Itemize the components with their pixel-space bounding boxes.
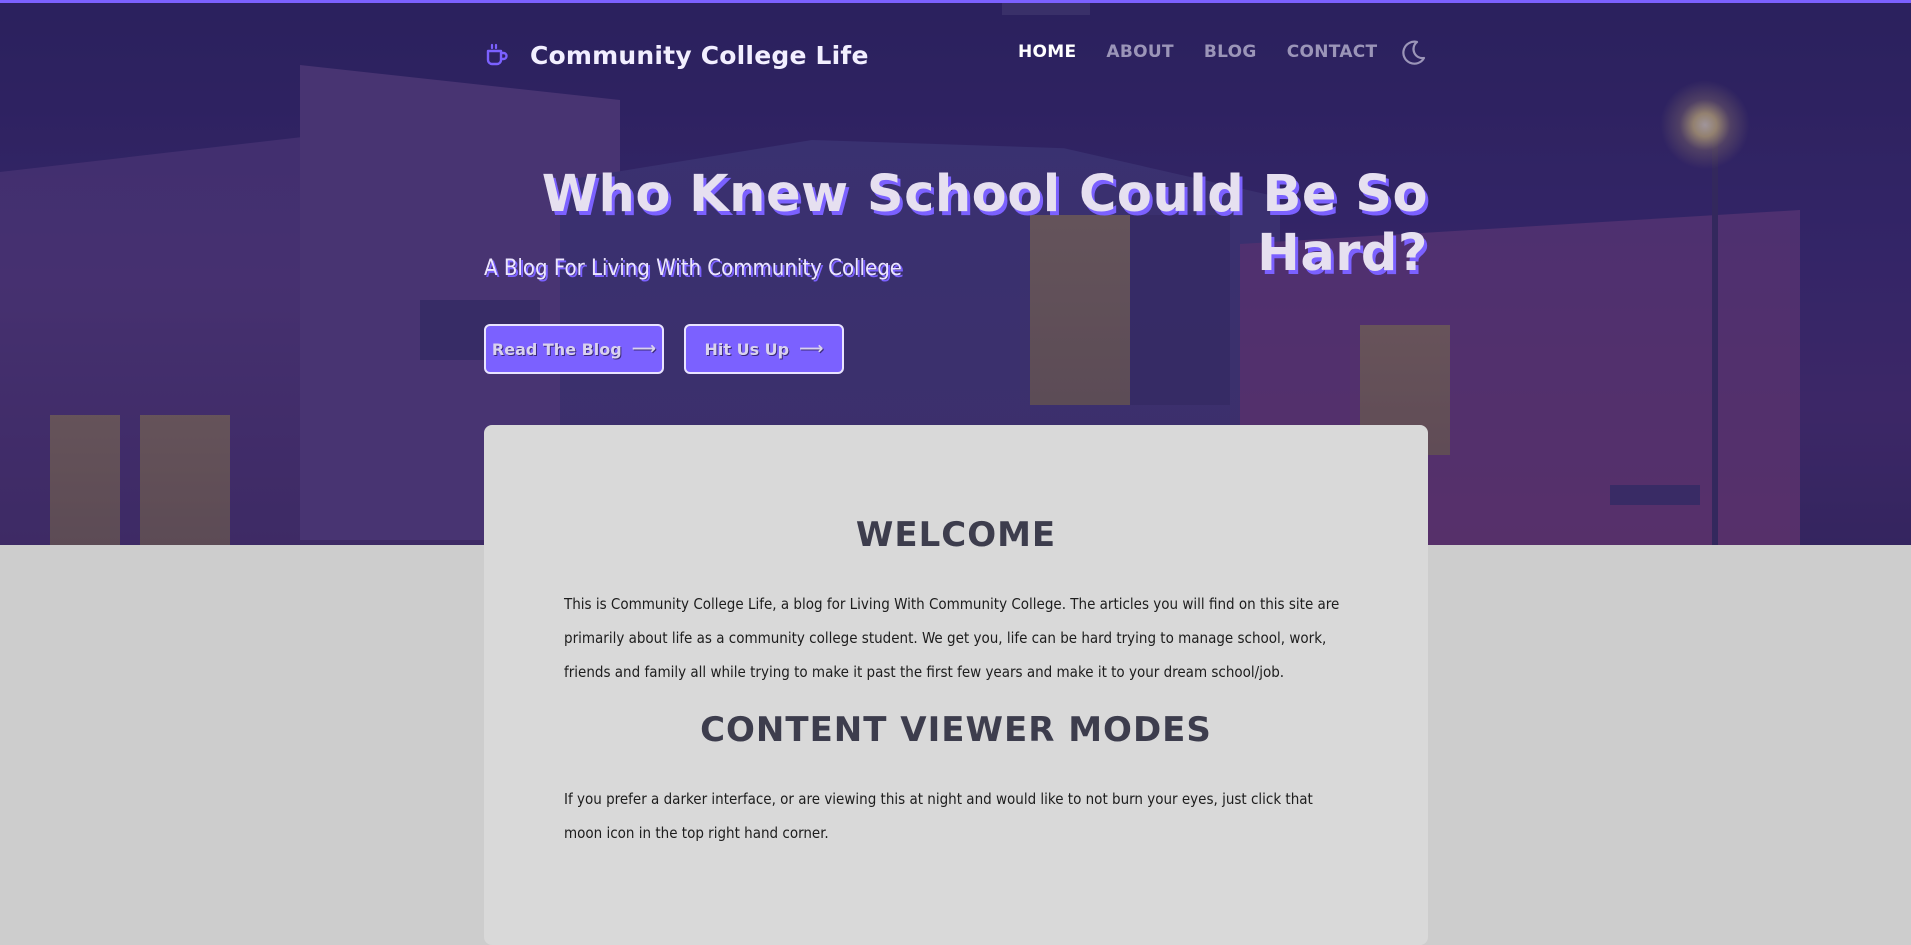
- top-accent-bar: [0, 0, 1911, 3]
- nav-blog-link[interactable]: BLOG: [1204, 42, 1257, 62]
- coffee-mug-icon: [486, 43, 508, 66]
- hero-subheadline: A Blog For Living With Community College: [484, 256, 902, 281]
- nav-links: HOME ABOUT BLOG CONTACT: [1018, 42, 1407, 62]
- nav-home-link[interactable]: HOME: [1018, 42, 1076, 62]
- brand-title: Community College Life: [530, 40, 869, 70]
- nav-contact-link[interactable]: CONTACT: [1287, 42, 1378, 62]
- welcome-heading: WELCOME: [855, 515, 1057, 555]
- brand-link[interactable]: Community College Life: [484, 38, 869, 72]
- arrow-right-icon: ⟶: [631, 339, 657, 359]
- arrow-right-icon: ⟶: [799, 339, 824, 359]
- active-nav-indicator: [1002, 3, 1090, 15]
- content-card: WELCOME This is Community College Life, …: [484, 425, 1428, 945]
- moon-icon[interactable]: [1398, 38, 1428, 68]
- welcome-paragraph: This is Community College Life, a blog f…: [564, 595, 1340, 681]
- read-the-blog-button[interactable]: Read The Blog ⟶: [484, 324, 664, 374]
- nav-about-link[interactable]: ABOUT: [1106, 42, 1173, 62]
- viewer-modes-paragraph: If you prefer a darker interface, or are…: [564, 790, 1313, 842]
- site-navbar: Community College Life HOME ABOUT BLOG C…: [484, 3, 1428, 80]
- viewer-modes-heading: CONTENT VIEWER MODES: [700, 710, 1212, 750]
- read-the-blog-label: Read The Blog: [491, 339, 622, 359]
- hit-us-up-label: Hit Us Up: [704, 339, 790, 359]
- hit-us-up-button[interactable]: Hit Us Up ⟶: [684, 324, 844, 374]
